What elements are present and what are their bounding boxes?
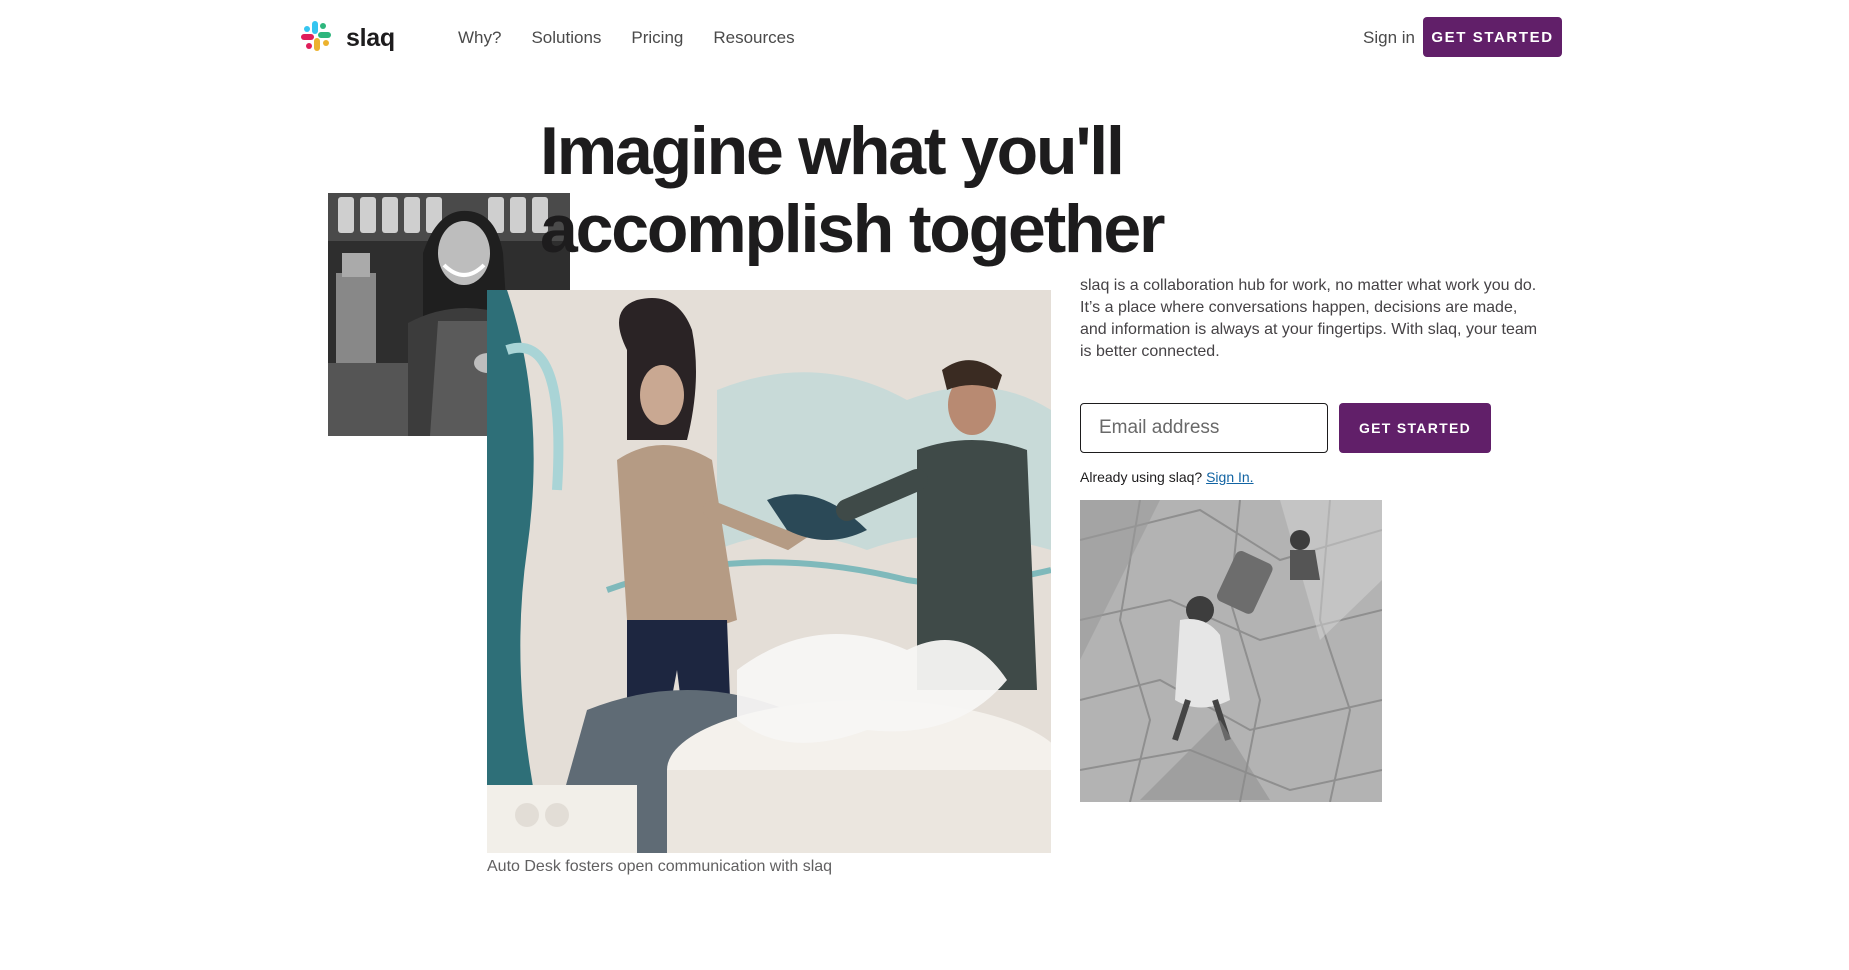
street-aerial-photo [1080,500,1382,802]
nav-item-pricing[interactable]: Pricing [631,26,683,50]
headline-line-2: accomplish together [540,191,1165,267]
hero-description: slaq is a collaboration hub for work, no… [1080,277,1538,360]
email-input[interactable] [1080,403,1328,453]
already-using-text: Already using slaq? Sign In. [1080,467,1254,487]
headline-line-1: Imagine what you'll [540,113,1125,189]
photo-caption: Auto Desk fosters open communication wit… [487,858,833,875]
get-started-button[interactable]: GET STARTED [1339,403,1491,453]
logo-text[interactable]: slaq [346,22,395,54]
nav-item-solutions[interactable]: Solutions [531,26,601,50]
team-collaboration-photo [487,290,1051,853]
sign-in-link[interactable]: Sign in [1363,26,1415,50]
hero-headline: Imagine what you'll accomplish together [540,112,1240,268]
nav-item-resources[interactable]: Resources [713,26,794,50]
logo-icon[interactable] [300,20,332,52]
already-using-label: Already using slaq? [1080,469,1203,485]
main-nav: Why? Solutions Pricing Resources [458,26,795,50]
header-get-started-button[interactable]: GET STARTED [1423,17,1562,57]
sign-in-inline-link[interactable]: Sign In. [1206,469,1253,485]
nav-item-why[interactable]: Why? [458,26,501,50]
